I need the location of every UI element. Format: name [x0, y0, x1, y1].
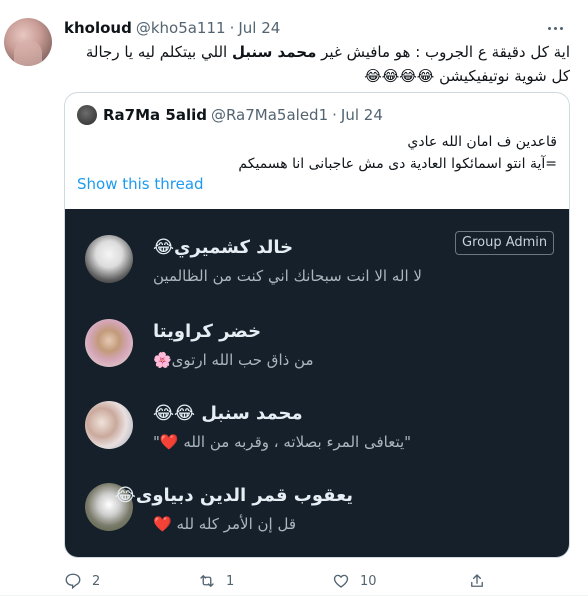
author-avatar[interactable]	[4, 18, 52, 66]
quoted-author-avatar	[77, 105, 97, 125]
member-status: لا اله الا انت سبحانك اني كنت من الظالمي…	[153, 267, 422, 285]
quoted-tweet-timestamp: Jul 24	[340, 106, 383, 124]
member-status: قل إن الأمر كله لله ❤️	[153, 515, 296, 533]
tweet-actions: 2 1 10	[64, 572, 570, 592]
separator-dot: ·	[332, 106, 337, 124]
author-handle[interactable]: @kho5a111	[136, 19, 226, 37]
retweet-button[interactable]: 1	[198, 572, 234, 590]
quoted-tweet-line-1: قاعدين ف امان الله عادي	[407, 134, 557, 150]
tweet-timestamp[interactable]: Jul 24	[238, 19, 280, 37]
retweet-icon	[200, 575, 214, 587]
tweet-text: اية كل دقيقة ع الجروب : هو مافيش غير محم…	[64, 40, 570, 88]
more-options-icon[interactable]	[544, 18, 566, 38]
group-member-row: يعقوب قمر الدين دبياوى😂 قل إن الأمر كله …	[65, 477, 569, 547]
retweet-count: 1	[226, 573, 235, 589]
tweet[interactable]: kholoud @kho5a111 · Jul 24 اية كل دقيقة …	[0, 0, 588, 596]
tweet-header: kholoud @kho5a111 · Jul 24	[64, 18, 280, 38]
member-status: "يتعافى المرء بصلاته ، وقربه من الله ❤️"	[153, 433, 412, 451]
tweet-text-part1: اية كل دقيقة ع الجروب : هو مافيش غير	[316, 43, 570, 61]
quoted-tweet-text: قاعدين ف امان الله عادي =آية انتو اسمائك…	[77, 131, 557, 175]
group-member-row: خضر كراويتا من ذاق حب الله ارتوى🌸	[65, 313, 569, 383]
share-button[interactable]	[468, 572, 496, 590]
member-name: يعقوب قمر الدين دبياوى😂	[114, 485, 353, 506]
reply-button[interactable]: 2	[64, 572, 100, 590]
tweet-text-bold: محمد سنبل	[231, 43, 317, 61]
member-avatar	[85, 235, 133, 283]
member-name: خضر كراويتا	[153, 321, 262, 342]
show-thread-link[interactable]: Show this thread	[77, 175, 204, 193]
heart-icon	[333, 574, 349, 588]
member-avatar	[85, 319, 133, 367]
group-member-row: خالد كشميري😂 لا اله الا انت سبحانك اني ك…	[65, 229, 569, 299]
like-button[interactable]: 10	[332, 572, 377, 590]
quoted-tweet-line-2: =آية انتو اسمائكوا العادية دى مش عاجبانى…	[238, 156, 557, 172]
member-name: خالد كشميري😂	[153, 237, 294, 258]
author-display-name[interactable]: kholoud	[64, 19, 132, 37]
reply-count: 2	[92, 573, 101, 589]
group-members-screenshot[interactable]: Group Admin خالد كشميري😂 لا اله الا انت …	[65, 209, 569, 557]
quoted-tweet[interactable]: Ra7Ma 5alid @Ra7Ma5aled1 · Jul 24 قاعدين…	[64, 92, 570, 558]
quoted-tweet-header: Ra7Ma 5alid @Ra7Ma5aled1 · Jul 24	[77, 105, 383, 125]
quoted-author-handle: @Ra7Ma5aled1	[210, 106, 329, 124]
member-avatar	[85, 401, 133, 449]
member-name: محمد سنبل 😂😂	[153, 403, 303, 424]
quoted-author-display-name: Ra7Ma 5alid	[103, 106, 207, 124]
share-icon	[471, 574, 483, 587]
member-status: من ذاق حب الله ارتوى🌸	[153, 351, 314, 369]
reply-icon	[65, 573, 81, 590]
group-member-row: محمد سنبل 😂😂 "يتعافى المرء بصلاته ، وقرب…	[65, 395, 569, 465]
separator-dot: ·	[229, 19, 235, 37]
like-count: 10	[360, 573, 377, 589]
